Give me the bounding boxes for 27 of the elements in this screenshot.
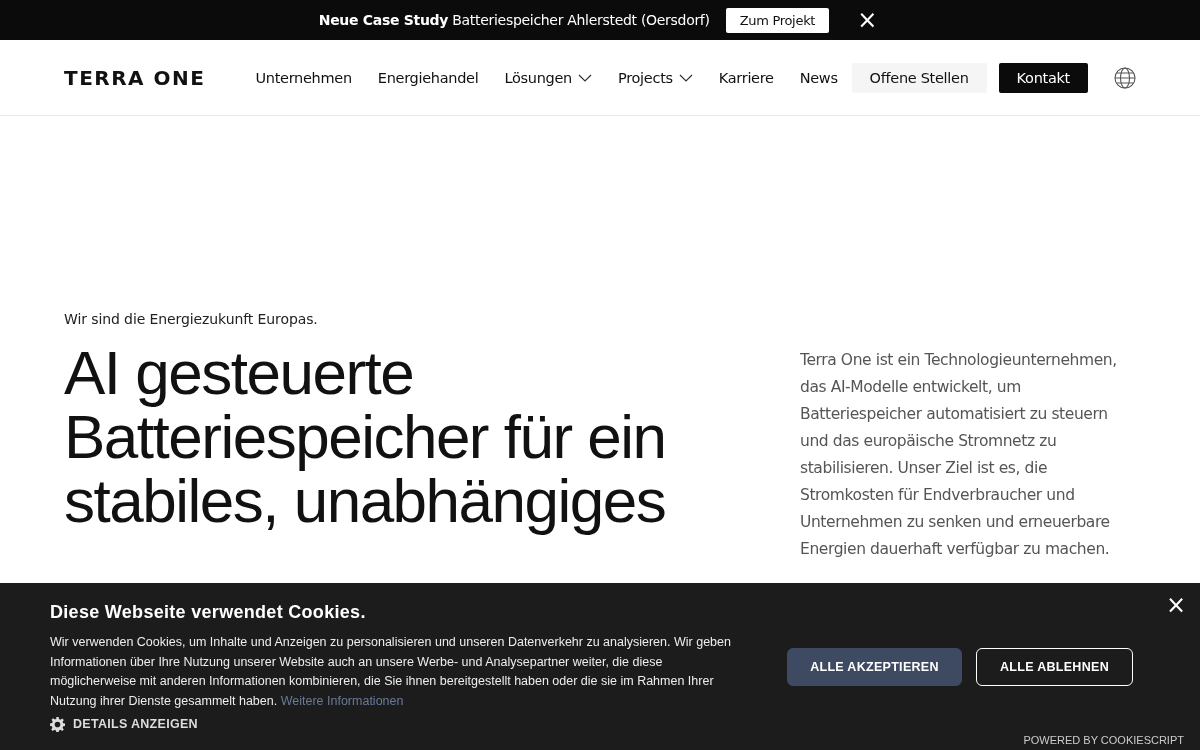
more-info-link[interactable]: Weitere Informationen [280, 694, 404, 709]
cookie-text: Wir verwenden Cookies, um Inhalte und Anzeigen zu personalisieren und unseren Datenverkehr zu analysieren. Wir geben Informationen über Ihre Nutzung unserer Website auch an unsere Werbe- und Analysepartner weiter, die diese möglicherweise mit anderen Informationen kombinieren, die Sie ihnen bereitgestellt haben oder die sie im Rahmen Ihrer Nutzung ihrer Dienste gesammelt haben. Weitere Informationen [50, 634, 732, 711]
close-button[interactable]: × [853, 8, 882, 32]
gear-icon [50, 716, 65, 732]
project-button[interactable]: Zum Projekt [725, 7, 830, 33]
powered-by-text: POWERED BY COOKIESCRIPT [1023, 734, 1184, 746]
nav-link[interactable]: Projects [618, 69, 693, 86]
headline: AI gesteuerte Batteriespeicher für ein stabiles, unabhängiges [64, 341, 667, 533]
cookie-button[interactable]: ALLE ABLEHNEN [976, 648, 1133, 686]
nav-link[interactable]: Lösungen [504, 69, 592, 86]
nav-link[interactable]: Energiehandel [377, 69, 479, 86]
tagline: Wir sind die Energiezukunft Europas. [64, 311, 319, 327]
nav-link[interactable]: Karriere [718, 69, 774, 86]
chevron-icon [578, 73, 592, 82]
description: Terra One ist ein Technologieunternehmen, das AI-Modelle entwickelt, um Batteriespeicher automatisiert zu steuern und das europäische Stromnetz zu stabilisieren. Unser Ziel ist es, die Stromkosten für Endverbraucher und Unternehmen zu senken und erneuerbare Energien dauerhaft verfügbar zu machen. [800, 350, 1118, 560]
nav-link[interactable]: Unternehmen [255, 69, 352, 86]
logo[interactable]: TERRA ONE [64, 65, 206, 90]
nav-link[interactable]: News [799, 69, 838, 86]
nav-button[interactable]: Kontakt [998, 62, 1088, 93]
details-button[interactable]: DETAILS ANZEIGEN [73, 717, 198, 732]
nav-button[interactable]: Offene Stellen [851, 62, 987, 93]
cookie-button[interactable]: ALLE AKZEPTIEREN [787, 648, 962, 686]
cookie-title: Diese Webseite verwendet Cookies. [50, 602, 367, 623]
close-button[interactable]: × [1165, 591, 1186, 619]
globe-icon[interactable] [1114, 66, 1136, 89]
announcement-text: Neue Case Study Batteriespeicher Ahlerstedt (Oersdorf) [318, 12, 710, 28]
chevron-icon [678, 73, 693, 82]
